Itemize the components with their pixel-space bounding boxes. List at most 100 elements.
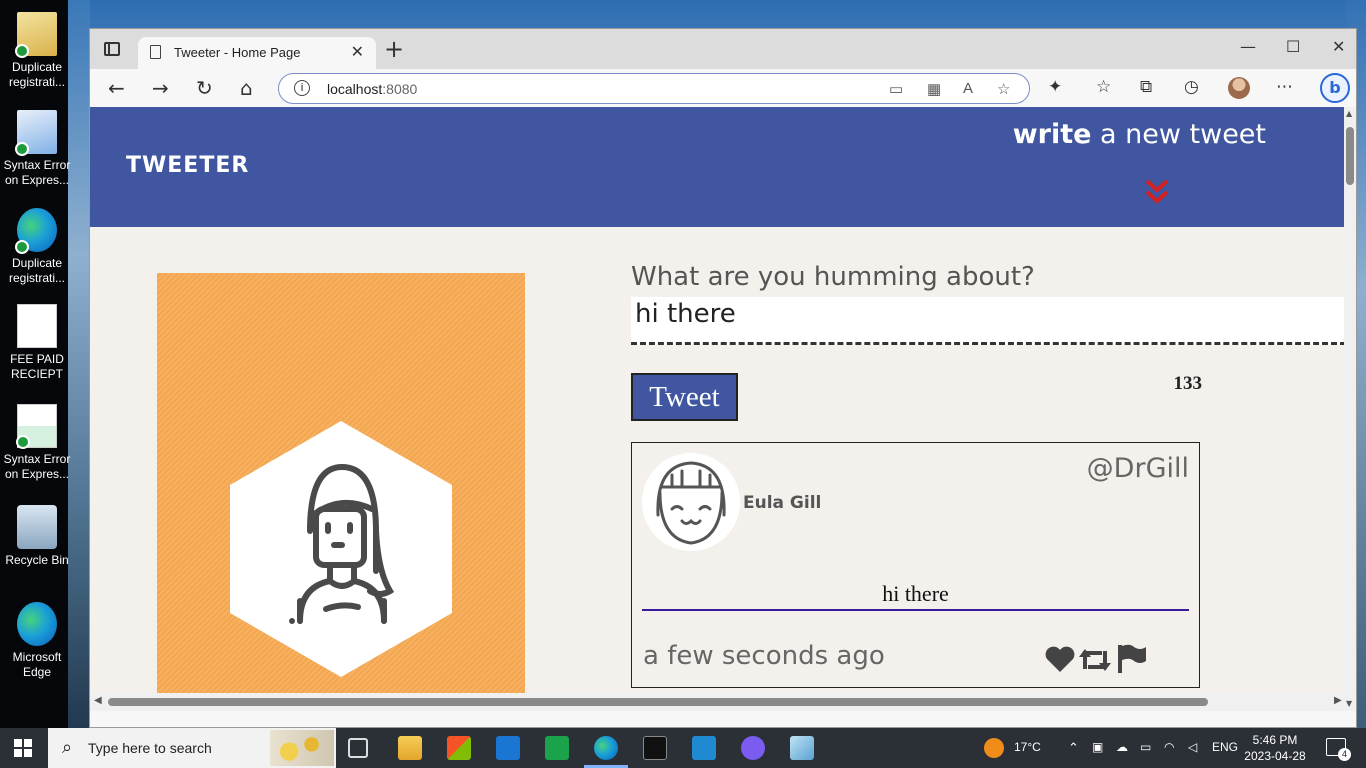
retweet-icon[interactable] bbox=[1078, 647, 1112, 673]
double-chevron-down-icon[interactable] bbox=[1144, 177, 1170, 207]
tweet-card: Eula Gill @DrGill hi there a few seconds… bbox=[631, 442, 1200, 688]
search-icon: ⌕ bbox=[62, 737, 73, 758]
wifi-icon[interactable]: ◠ bbox=[1164, 740, 1174, 754]
tab-bar: Tweeter - Home Page ✕ + — ☐ ✕ bbox=[90, 29, 1356, 69]
address-bar[interactable]: i localhost:8080 ▭ ▦ A ☆ bbox=[278, 73, 1030, 104]
page-viewport: TWEETER write a new tweet What are you h… bbox=[90, 107, 1346, 711]
flag-icon[interactable] bbox=[1116, 643, 1148, 673]
refresh-icon[interactable]: ↻ bbox=[196, 76, 213, 100]
mail-icon[interactable] bbox=[496, 736, 520, 760]
weather-temp[interactable]: 17°C bbox=[1014, 740, 1041, 754]
terminal-icon[interactable] bbox=[643, 736, 667, 760]
char-counter: 133 bbox=[1173, 373, 1203, 394]
extensions-icon[interactable]: ✦ bbox=[1048, 77, 1062, 97]
tweet-author-name: Eula Gill bbox=[743, 493, 822, 513]
back-icon[interactable]: ← bbox=[108, 76, 125, 100]
scroll-right-icon[interactable]: ▶ bbox=[1334, 695, 1342, 706]
taskbar-search[interactable]: ⌕ Type here to search bbox=[48, 728, 336, 768]
desktop-icon-duplicate-2[interactable]: Duplicate registrati... bbox=[2, 208, 72, 286]
write-new-tweet-link[interactable]: write a new tweet bbox=[1013, 119, 1266, 150]
vertical-scrollbar[interactable]: ▲ ▼ bbox=[1344, 107, 1356, 711]
scroll-down-icon[interactable]: ▼ bbox=[1346, 699, 1352, 708]
collections-icon[interactable]: ⧉ bbox=[1140, 77, 1152, 97]
desktop-icon-label: FEE PAID RECIEPT bbox=[10, 352, 64, 381]
tweet-actions bbox=[1044, 641, 1154, 675]
home-icon[interactable]: ⌂ bbox=[240, 76, 253, 100]
scroll-up-icon[interactable]: ▲ bbox=[1346, 109, 1352, 118]
discord-icon[interactable] bbox=[741, 736, 765, 760]
battery-icon[interactable]: ▭ bbox=[1140, 740, 1151, 754]
heart-icon[interactable] bbox=[1044, 645, 1076, 673]
desktop-icon-label: Duplicate registrati... bbox=[8, 256, 65, 285]
browser-window: Tweeter - Home Page ✕ + — ☐ ✕ ← → ↻ ⌂ i … bbox=[89, 28, 1357, 728]
notes-icon[interactable] bbox=[790, 736, 814, 760]
new-tab-button[interactable]: + bbox=[384, 35, 404, 63]
desktop-icon-label: Recycle Bin bbox=[5, 553, 69, 567]
windows-start-icon[interactable] bbox=[14, 739, 32, 757]
add-favorite-icon[interactable]: ☆ bbox=[997, 80, 1010, 98]
task-view-icon[interactable] bbox=[348, 738, 368, 758]
horizontal-scrollbar[interactable]: ◀ ▶ bbox=[90, 693, 1346, 711]
search-placeholder: Type here to search bbox=[88, 740, 212, 756]
file-explorer-icon[interactable] bbox=[398, 736, 422, 760]
tweet-content: hi there bbox=[642, 581, 1189, 611]
write-bold: write bbox=[1012, 119, 1092, 150]
notification-count: 4 bbox=[1338, 748, 1351, 761]
qr-code-icon[interactable]: ▦ bbox=[927, 80, 941, 98]
vscode-icon[interactable] bbox=[692, 736, 716, 760]
taskbar-clock[interactable]: 5:46 PM 2023-04-28 bbox=[1240, 732, 1310, 764]
clock-time: 5:46 PM bbox=[1252, 733, 1298, 747]
close-tab-icon[interactable]: ✕ bbox=[351, 42, 364, 62]
recycle-bin-icon bbox=[17, 505, 57, 549]
profile-panel bbox=[157, 273, 525, 711]
desktop-icon-recycle-bin[interactable]: Recycle Bin bbox=[2, 505, 72, 568]
site-nav: TWEETER write a new tweet bbox=[90, 107, 1346, 227]
maximize-icon[interactable]: ☐ bbox=[1286, 37, 1300, 56]
horizontal-scroll-thumb[interactable] bbox=[108, 698, 1208, 706]
forward-icon[interactable]: → bbox=[152, 76, 169, 100]
tweet-avatar bbox=[642, 453, 740, 551]
write-rest: a new tweet bbox=[1091, 119, 1266, 150]
minimize-icon[interactable]: — bbox=[1240, 37, 1256, 56]
desktop-icon-fee-receipt[interactable]: FEE PAID RECIEPT bbox=[2, 304, 72, 382]
tray-overflow-icon[interactable]: ⌃ bbox=[1068, 740, 1079, 756]
tweet-textarea[interactable]: hi there bbox=[631, 297, 1346, 345]
desktop-icon-syntax-error-2[interactable]: Syntax Error on Expres... bbox=[2, 404, 72, 482]
browser-toolbar: ← → ↻ ⌂ i localhost:8080 ▭ ▦ A ☆ ✦ ☆ ⧉ ◷… bbox=[90, 69, 1356, 107]
user-avatar-hexagon bbox=[230, 421, 452, 677]
language-indicator[interactable]: ENG bbox=[1212, 740, 1238, 754]
desktop-icon-syntax-error-1[interactable]: Syntax Error on Expres... bbox=[2, 110, 72, 188]
volume-icon[interactable]: ◁ bbox=[1188, 740, 1197, 754]
brand-logo[interactable]: TWEETER bbox=[126, 153, 249, 178]
history-icon[interactable]: ◷ bbox=[1184, 77, 1199, 97]
weather-sun-icon[interactable] bbox=[984, 738, 1004, 758]
desktop-icon-label: Duplicate registrati... bbox=[8, 60, 65, 89]
chat-icon[interactable] bbox=[545, 736, 569, 760]
document-icon bbox=[16, 404, 57, 449]
read-aloud-icon[interactable]: A bbox=[963, 80, 973, 97]
taskbar: ⌕ Type here to search 17°C ⌃ ▣ ☁ ▭ ◠ ◁ E… bbox=[0, 728, 1366, 768]
desktop-icon-duplicate-1[interactable]: Duplicate registrati... bbox=[2, 12, 72, 90]
profile-avatar[interactable] bbox=[1228, 77, 1250, 99]
close-window-icon[interactable]: ✕ bbox=[1332, 37, 1345, 56]
tab-home-page[interactable]: Tweeter - Home Page ✕ bbox=[138, 37, 376, 69]
site-info-icon[interactable]: i bbox=[294, 80, 310, 96]
search-highlight-image bbox=[270, 730, 334, 766]
more-icon[interactable]: ⋯ bbox=[1276, 77, 1293, 97]
app-available-icon[interactable]: ▭ bbox=[889, 80, 903, 98]
desktop-icon-edge[interactable]: Microsoft Edge bbox=[2, 602, 72, 680]
edge-icon bbox=[15, 208, 57, 254]
scroll-left-icon[interactable]: ◀ bbox=[94, 695, 102, 706]
favorites-icon[interactable]: ☆ bbox=[1096, 77, 1111, 97]
notifications-icon[interactable]: 4 bbox=[1326, 738, 1351, 761]
tweet-author-handle: @DrGill bbox=[1086, 453, 1189, 484]
folder-file-icon bbox=[15, 12, 57, 58]
edge-taskbar-icon[interactable] bbox=[594, 736, 618, 760]
tweet-button[interactable]: Tweet bbox=[631, 373, 738, 421]
microsoft-store-icon[interactable] bbox=[447, 736, 471, 760]
bing-icon[interactable]: b bbox=[1320, 73, 1350, 103]
tab-actions-icon[interactable] bbox=[104, 42, 120, 56]
vertical-scroll-thumb[interactable] bbox=[1346, 127, 1354, 185]
onedrive-icon[interactable]: ☁ bbox=[1116, 740, 1128, 754]
camera-icon[interactable]: ▣ bbox=[1092, 740, 1103, 754]
